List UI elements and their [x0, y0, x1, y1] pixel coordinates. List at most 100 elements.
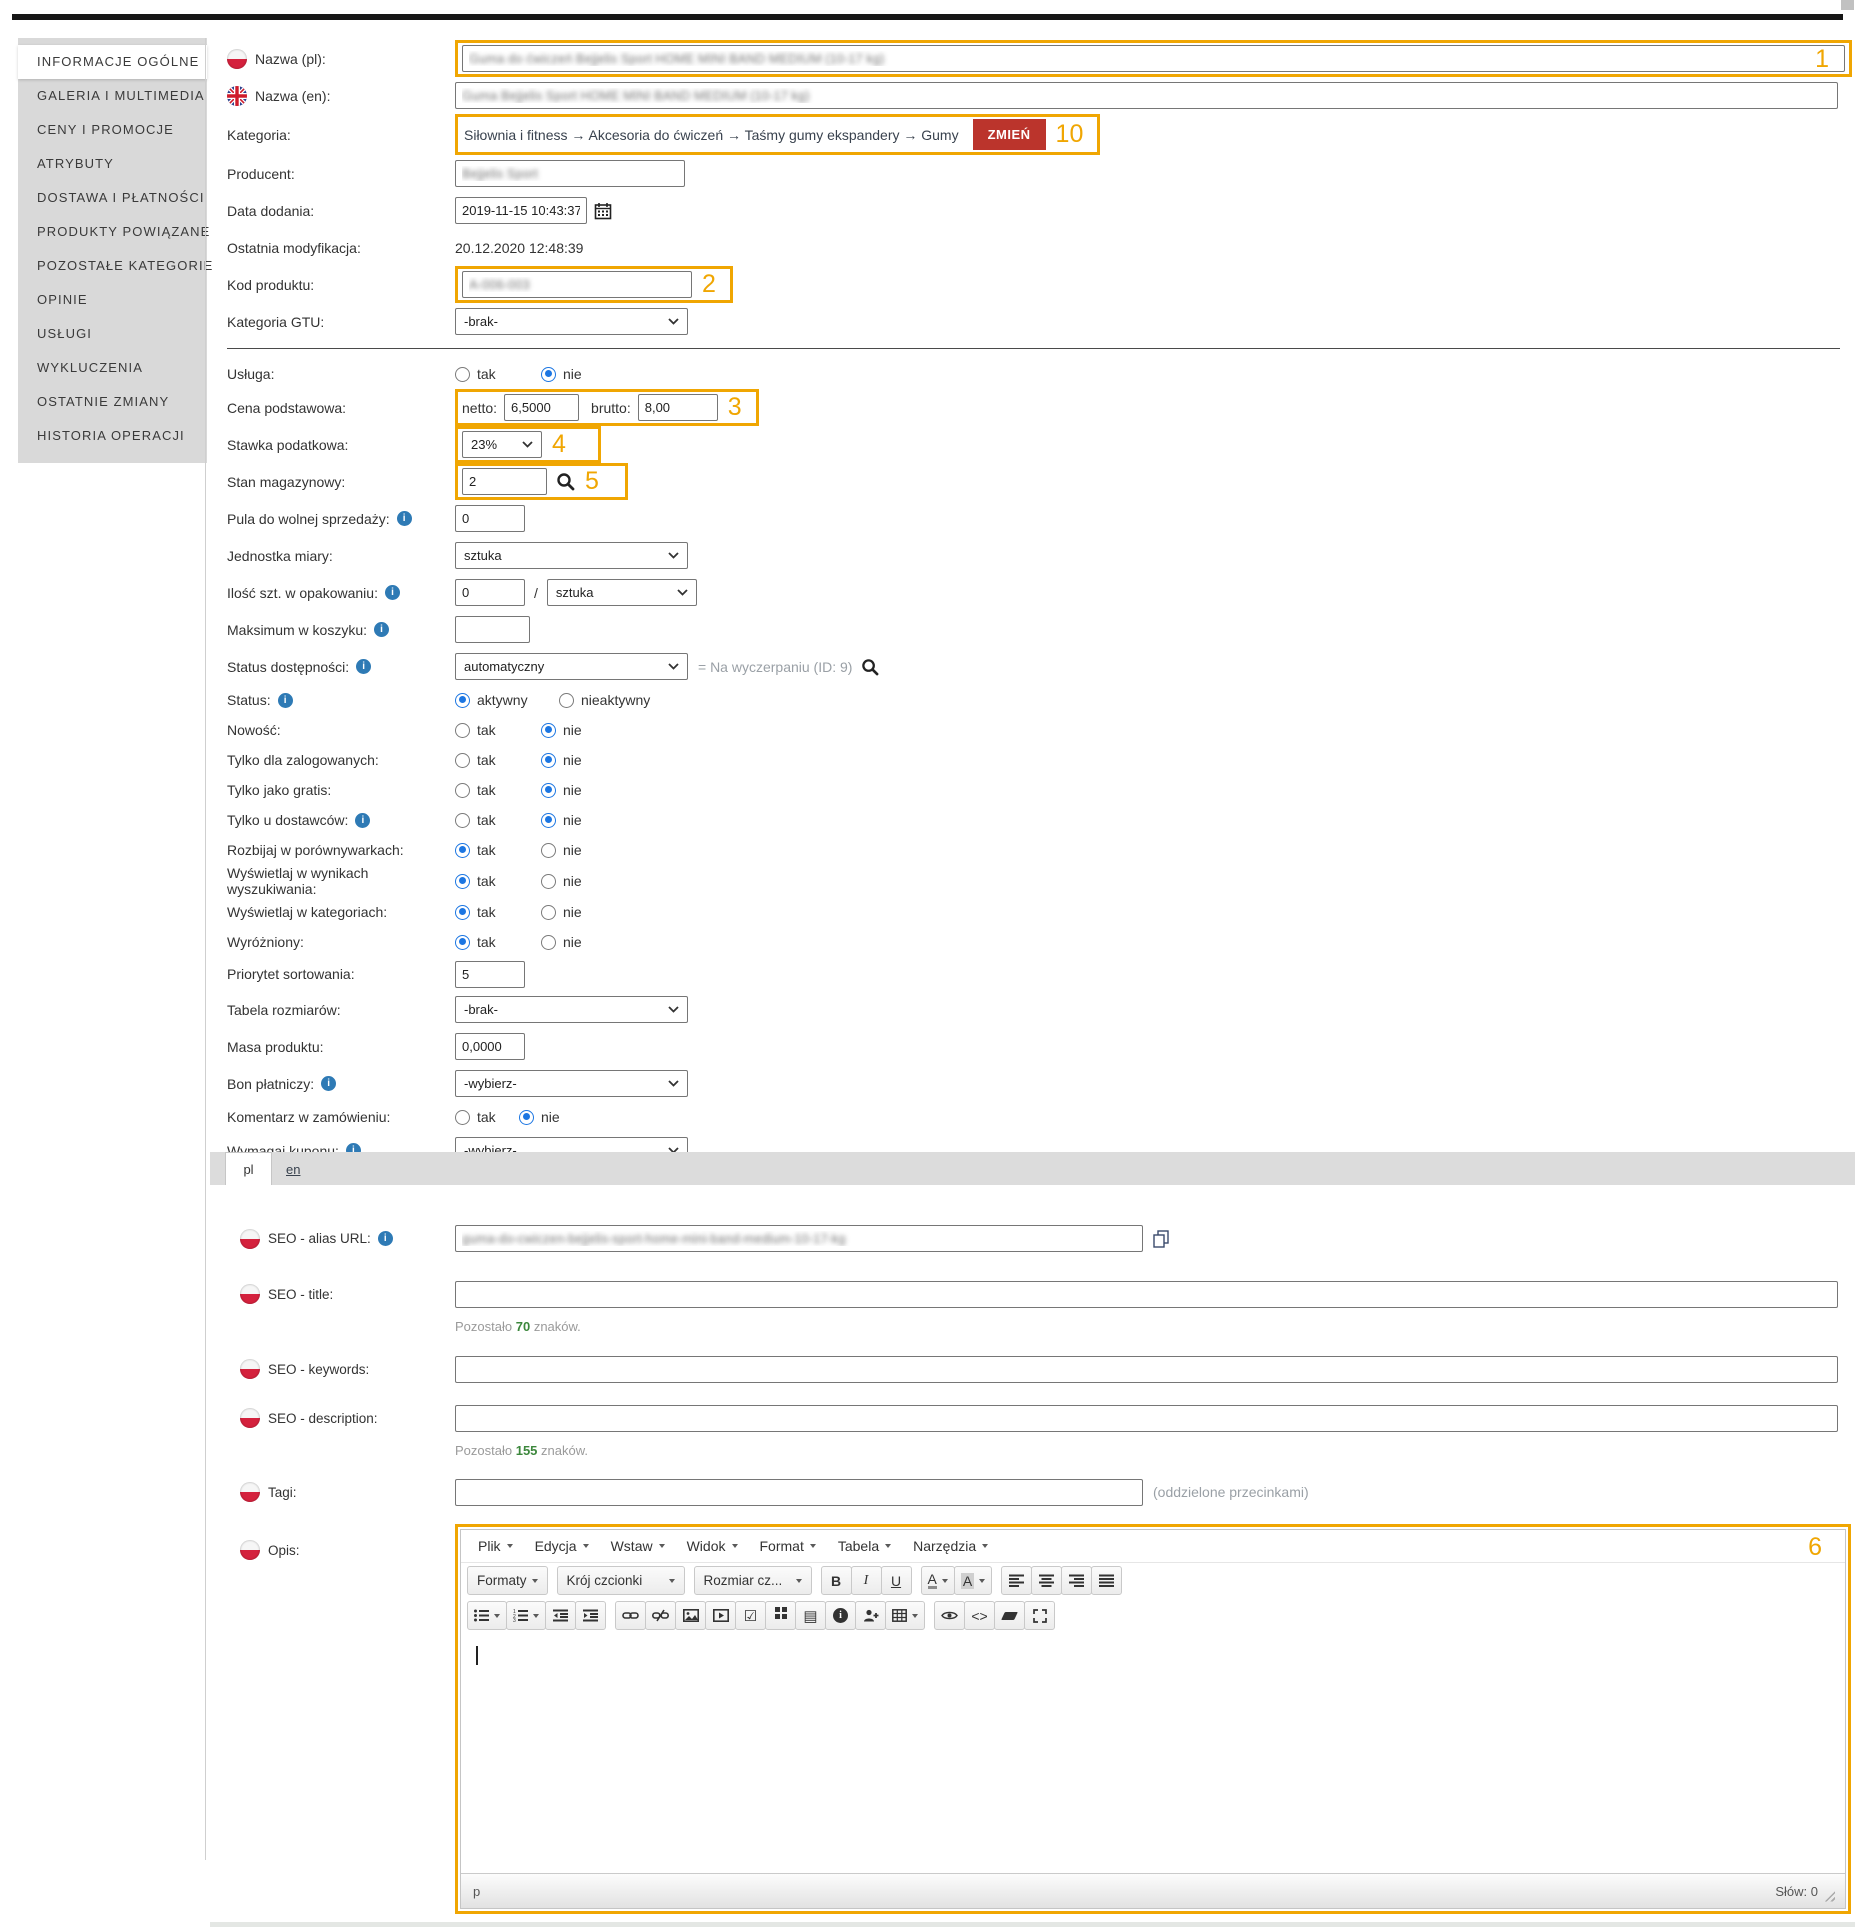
copy-icon[interactable]	[1151, 1229, 1171, 1249]
sidebar-item-ostatnie-zmiany[interactable]: OSTATNIE ZMIANY	[18, 385, 207, 419]
info-icon[interactable]: i	[374, 622, 389, 637]
usluga-nie-radio[interactable]	[541, 367, 556, 382]
data-dodania-input[interactable]	[455, 197, 587, 224]
font-size-dropdown[interactable]: Rozmiar cz...	[694, 1566, 812, 1595]
sidebar-item-opinie[interactable]: OPINIE	[18, 283, 207, 317]
seo-title-input[interactable]	[455, 1281, 1838, 1308]
ilosc-input[interactable]	[455, 579, 525, 606]
kategorie-tak-radio[interactable]	[455, 905, 470, 920]
text-color-button[interactable]: A	[921, 1566, 955, 1595]
info-circle-icon[interactable]: i	[825, 1601, 856, 1630]
info-icon[interactable]: i	[355, 813, 370, 828]
resize-grip[interactable]	[1824, 1891, 1835, 1902]
italic-button[interactable]: I	[851, 1566, 882, 1595]
jednostka-select[interactable]: sztuka	[455, 542, 688, 569]
wyrozniony-nie-radio[interactable]	[541, 935, 556, 950]
komentarz-nie-radio[interactable]	[519, 1110, 534, 1125]
bon-select[interactable]: -wybierz-	[455, 1070, 688, 1097]
tab-en[interactable]: en	[286, 1162, 300, 1177]
brutto-input[interactable]	[638, 394, 718, 421]
sidebar-item-galeria[interactable]: GALERIA I MULTIMEDIA	[18, 79, 207, 113]
stan-input[interactable]	[462, 468, 547, 495]
seo-alias-input[interactable]	[455, 1225, 1143, 1252]
bold-button[interactable]: B	[821, 1566, 852, 1595]
kategoria-gtu-select[interactable]: -brak-	[455, 308, 688, 335]
usluga-tak-radio[interactable]	[455, 367, 470, 382]
sidebar-item-uslugi[interactable]: USŁUGI	[18, 317, 207, 351]
numbered-list-icon[interactable]: 123	[506, 1601, 546, 1630]
dostawcy-tak-radio[interactable]	[455, 813, 470, 828]
gratis-nie-radio[interactable]	[541, 783, 556, 798]
maksimum-input[interactable]	[455, 616, 530, 643]
sidebar-item-atrybuty[interactable]: ATRYBUTY	[18, 147, 207, 181]
seo-description-input[interactable]	[455, 1405, 1838, 1432]
sidebar-item-ceny[interactable]: CENY I PROMOCJE	[18, 113, 207, 147]
link-icon[interactable]	[615, 1601, 646, 1630]
gratis-tak-radio[interactable]	[455, 783, 470, 798]
info-icon[interactable]: i	[356, 659, 371, 674]
menu-narzedzia[interactable]: Narzędzia	[902, 1530, 999, 1563]
wyniki-nie-radio[interactable]	[541, 874, 556, 889]
align-right-icon[interactable]	[1061, 1566, 1092, 1595]
sidebar-item-pozostale-kategorie[interactable]: POZOSTAŁE KATEGORIE	[18, 249, 207, 283]
stawka-select[interactable]: 23%	[462, 431, 542, 458]
nazwa-pl-input[interactable]	[462, 45, 1845, 72]
font-family-dropdown[interactable]: Krój czcionki	[557, 1566, 685, 1595]
menu-tabela[interactable]: Tabela	[827, 1530, 902, 1563]
availability-search-icon[interactable]	[861, 658, 879, 676]
sidebar-item-dostawa[interactable]: DOSTAWA I PŁATNOŚCI	[18, 181, 207, 215]
info-icon[interactable]: i	[385, 585, 400, 600]
sidebar-item-produkty-powiazane[interactable]: PRODUKTY POWIĄZANE	[18, 215, 207, 249]
preview-eye-icon[interactable]	[934, 1601, 965, 1630]
tab-pl[interactable]: pl	[225, 1152, 272, 1185]
align-center-icon[interactable]	[1031, 1566, 1062, 1595]
dostawcy-nie-radio[interactable]	[541, 813, 556, 828]
formats-dropdown[interactable]: Formaty	[467, 1566, 548, 1595]
menu-plik[interactable]: Plik	[467, 1530, 524, 1563]
eraser-icon[interactable]	[994, 1601, 1025, 1630]
menu-edycja[interactable]: Edycja	[524, 1530, 600, 1563]
menu-wstaw[interactable]: Wstaw	[600, 1530, 676, 1563]
outdent-icon[interactable]	[545, 1601, 576, 1630]
table-icon[interactable]	[885, 1601, 925, 1630]
priorytet-input[interactable]	[455, 961, 525, 988]
menu-format[interactable]: Format	[749, 1530, 827, 1563]
wyniki-tak-radio[interactable]	[455, 874, 470, 889]
info-icon[interactable]: i	[321, 1076, 336, 1091]
stock-search-icon[interactable]	[556, 472, 575, 491]
sidebar-item-historia-operacji[interactable]: HISTORIA OPERACJI	[18, 419, 207, 453]
komentarz-tak-radio[interactable]	[455, 1110, 470, 1125]
image-icon[interactable]	[675, 1601, 706, 1630]
tagi-input[interactable]	[455, 1479, 1143, 1506]
ilosc-unit-select[interactable]: sztuka	[547, 579, 697, 606]
tabela-select[interactable]: -brak-	[455, 996, 688, 1023]
zalogowani-nie-radio[interactable]	[541, 753, 556, 768]
sidebar-item-wykluczenia[interactable]: WYKLUCZENIA	[18, 351, 207, 385]
status-dostepnosci-select[interactable]: automatyczny	[455, 653, 688, 680]
unlink-icon[interactable]	[645, 1601, 676, 1630]
change-category-button[interactable]: ZMIEŃ	[973, 119, 1046, 150]
rozbijaj-tak-radio[interactable]	[455, 843, 470, 858]
calendar-icon[interactable]	[594, 202, 612, 220]
pula-input[interactable]	[455, 505, 525, 532]
producent-input[interactable]	[455, 160, 685, 187]
sidebar-item-informacje-ogolne[interactable]: INFORMACJE OGÓLNE	[18, 45, 207, 79]
add-user-icon[interactable]	[855, 1601, 886, 1630]
indent-icon[interactable]	[575, 1601, 606, 1630]
checkbox-icon[interactable]: ☑	[735, 1601, 766, 1630]
background-color-button[interactable]: A	[954, 1566, 992, 1595]
rozbijaj-nie-radio[interactable]	[541, 843, 556, 858]
seo-keywords-input[interactable]	[455, 1356, 1838, 1383]
wyrozniony-tak-radio[interactable]	[455, 935, 470, 950]
nowosc-tak-radio[interactable]	[455, 723, 470, 738]
netto-input[interactable]	[504, 394, 579, 421]
nazwa-en-input[interactable]	[455, 82, 1838, 109]
zalogowani-tak-radio[interactable]	[455, 753, 470, 768]
editor-content-area[interactable]	[461, 1633, 1845, 1873]
align-justify-icon[interactable]	[1091, 1566, 1122, 1595]
blocks-grid-icon[interactable]	[765, 1601, 796, 1630]
nowosc-nie-radio[interactable]	[541, 723, 556, 738]
status-nieaktywny-radio[interactable]	[559, 693, 574, 708]
underline-button[interactable]: U	[881, 1566, 912, 1595]
bullet-list-icon[interactable]	[467, 1601, 507, 1630]
